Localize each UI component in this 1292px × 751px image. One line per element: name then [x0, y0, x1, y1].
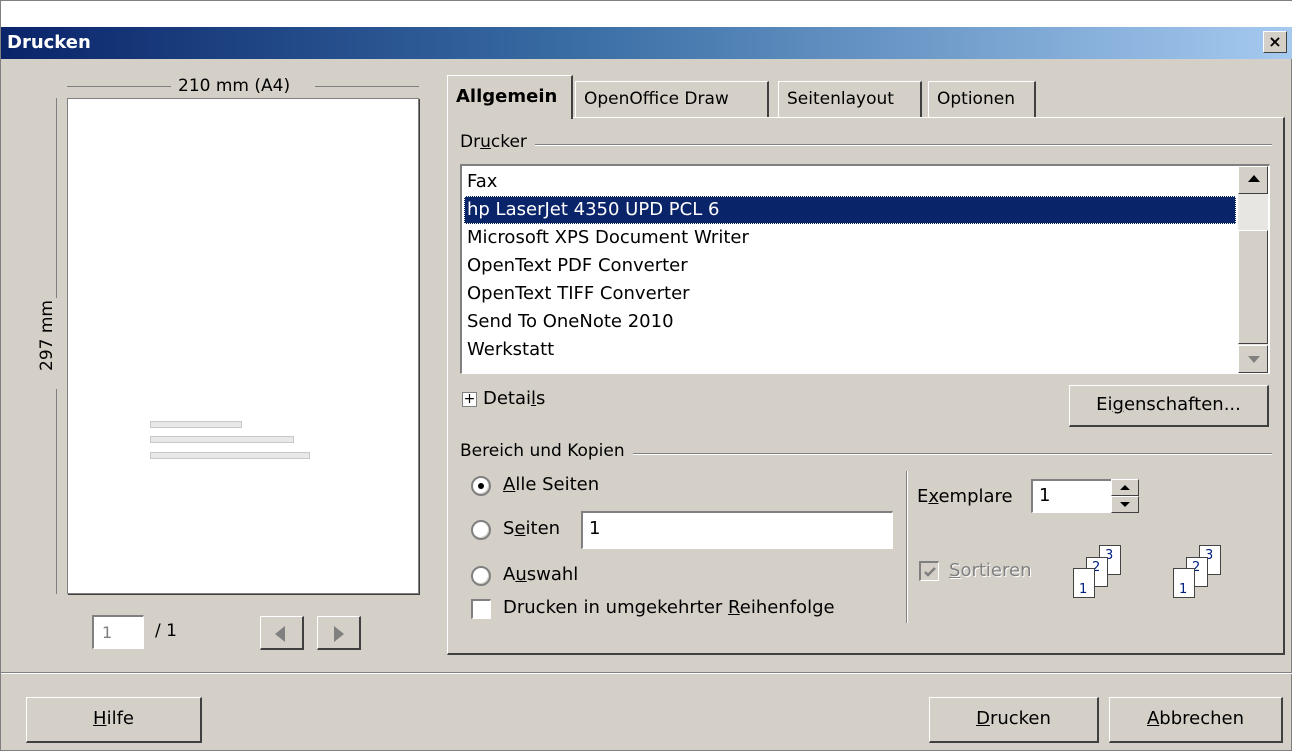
dialog-title: Drucken [7, 32, 91, 53]
pages-label: Seiten [503, 518, 561, 539]
scroll-up-button[interactable] [1238, 166, 1268, 194]
copies-label: Exemplare [917, 486, 1013, 507]
copies-input[interactable]: 1 [1031, 479, 1113, 513]
selection-radio[interactable] [471, 566, 491, 586]
printer-item-hp-laserjet[interactable]: hp LaserJet 4350 UPD PCL 6 [464, 196, 1236, 224]
collate-label: Sortieren [949, 560, 1032, 581]
printer-item-werkstatt[interactable]: Werkstatt [464, 336, 1236, 364]
printer-item-pdf-converter[interactable]: OpenText PDF Converter [464, 252, 1236, 280]
preview-thumbnail-line [150, 452, 310, 459]
page-preview [67, 98, 419, 594]
close-icon[interactable]: × [1263, 31, 1287, 53]
printer-item-fax[interactable]: Fax [464, 168, 1236, 196]
stepper-up-button[interactable] [1111, 479, 1139, 496]
properties-button[interactable]: Eigenschaften... [1069, 385, 1269, 427]
stepper-down-button[interactable] [1111, 496, 1139, 513]
tab-allgemein[interactable]: Allgemein [447, 75, 573, 119]
help-button[interactable]: Hilfe [26, 697, 202, 743]
scroll-down-button[interactable] [1238, 345, 1268, 373]
arrow-left-icon [275, 626, 285, 642]
previous-page-button[interactable] [260, 616, 304, 650]
scrollbar-thumb[interactable] [1238, 230, 1268, 344]
next-page-button[interactable] [317, 616, 361, 650]
preview-page-total: / 1 [155, 621, 177, 641]
printer-group-line [460, 144, 1272, 146]
copies-separator [906, 471, 908, 623]
print-button[interactable]: Drucken [929, 697, 1099, 743]
cancel-button[interactable]: Abbrechen [1109, 697, 1283, 743]
reverse-order-label: Drucken in umgekehrter Reihenfolge [503, 597, 835, 618]
tab-seitenlayout[interactable]: Seitenlayout [778, 81, 922, 117]
preview-thumbnail-line [150, 436, 294, 443]
pages-radio[interactable] [471, 520, 491, 540]
all-pages-radio[interactable] [471, 476, 491, 496]
pages-input[interactable]: 1 [581, 511, 893, 549]
page-height-label: 297 mm [37, 300, 57, 371]
print-dialog: Drucken × 210 mm (A4) 297 mm 1 / 1 Allge… [0, 0, 1292, 751]
arrow-up-icon [1120, 485, 1130, 490]
copies-stepper[interactable] [1111, 479, 1139, 513]
selection-label: Auswahl [503, 564, 579, 585]
printer-list[interactable]: Fax hp LaserJet 4350 UPD PCL 6 Microsoft… [460, 164, 1270, 374]
reverse-order-checkbox[interactable] [471, 599, 491, 619]
expand-plus-icon[interactable]: + [462, 392, 477, 407]
printer-item-tiff-converter[interactable]: OpenText TIFF Converter [464, 280, 1236, 308]
page-width-label: 210 mm (A4) [178, 76, 291, 96]
title-bar: Drucken × [1, 1, 1292, 59]
arrow-up-icon [1248, 175, 1260, 182]
preview-page-input[interactable]: 1 [92, 615, 144, 649]
checkmark-icon [924, 567, 936, 577]
arrow-down-icon [1120, 502, 1130, 507]
arrow-right-icon [334, 626, 344, 642]
arrow-down-icon [1248, 356, 1260, 363]
tab-openoffice-draw[interactable]: OpenOffice Draw [575, 81, 769, 117]
all-pages-label: Alle Seiten [503, 474, 600, 495]
printer-list-scrollbar[interactable] [1238, 166, 1268, 373]
details-toggle[interactable]: Details [483, 388, 545, 409]
width-dimension-line-right [315, 86, 419, 87]
height-dimension-line-top [56, 98, 57, 298]
title-bar-gradient [1, 27, 1292, 59]
tab-optionen[interactable]: Optionen [928, 81, 1036, 117]
width-dimension-line-left [67, 86, 171, 87]
printer-item-xps-writer[interactable]: Microsoft XPS Document Writer [464, 224, 1236, 252]
range-group-label: Bereich und Kopien [460, 441, 633, 461]
printer-group-label: Drucker [460, 132, 535, 152]
height-dimension-line-bottom [56, 389, 57, 594]
footer-separator [1, 672, 1292, 674]
preview-thumbnail-line [150, 421, 242, 428]
printer-item-onenote[interactable]: Send To OneNote 2010 [464, 308, 1236, 336]
collate-checkbox[interactable] [919, 561, 939, 581]
